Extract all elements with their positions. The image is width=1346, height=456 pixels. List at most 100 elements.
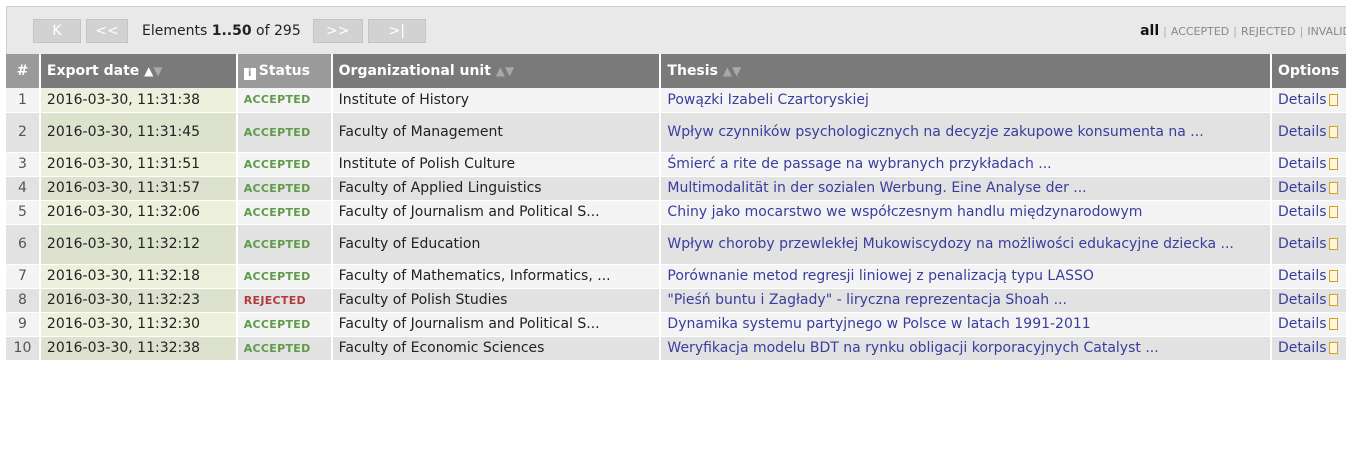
row-number: 7: [6, 264, 41, 289]
options-cell: Details: [1270, 200, 1346, 225]
first-page-button[interactable]: K: [33, 18, 81, 43]
sort-desc-icon[interactable]: ▼: [505, 64, 514, 78]
document-icon[interactable]: [1328, 318, 1338, 330]
document-icon[interactable]: [1328, 126, 1338, 138]
thesis-link[interactable]: Śmierć a rite de passage na wybranych pr…: [660, 152, 1272, 177]
document-icon[interactable]: [1328, 238, 1338, 250]
last-page-button[interactable]: >|: [367, 18, 426, 43]
export-date-cell: 2016-03-30, 11:32:23: [39, 288, 238, 313]
filter-separator: |: [1163, 24, 1167, 38]
status-badge: ACCEPTED: [236, 224, 333, 265]
status-badge: ACCEPTED: [236, 112, 333, 153]
options-cell: Details: [1270, 112, 1346, 153]
sort-arrows[interactable]: ▲▼: [144, 64, 162, 78]
document-icon[interactable]: [1328, 158, 1338, 170]
sort-desc-icon[interactable]: ▼: [153, 64, 162, 78]
details-link[interactable]: Details: [1278, 236, 1327, 252]
options-cell: Details: [1270, 224, 1346, 265]
column-header-thesis[interactable]: Thesis ▲▼: [660, 54, 1272, 88]
column-header-status: i Status: [236, 54, 333, 88]
column-header-options: Options: [1270, 54, 1346, 88]
status-badge: ACCEPTED: [236, 200, 333, 225]
options-cell: Details: [1270, 88, 1346, 113]
details-link[interactable]: Details: [1278, 124, 1327, 140]
table-row: 4 2016-03-30, 11:31:57 ACCEPTED Faculty …: [6, 176, 1346, 201]
filter-all[interactable]: all: [1140, 23, 1159, 39]
options-cell: Details: [1270, 152, 1346, 177]
thesis-link[interactable]: "Pieśń buntu i Zagłady" - liryczna repre…: [660, 288, 1272, 313]
column-header-number: #: [6, 54, 41, 88]
elements-prefix: Elements: [142, 22, 208, 39]
details-link[interactable]: Details: [1278, 92, 1327, 108]
details-link[interactable]: Details: [1278, 316, 1327, 332]
details-link[interactable]: Details: [1278, 268, 1327, 284]
info-icon[interactable]: i: [243, 67, 256, 80]
export-date-cell: 2016-03-30, 11:31:57: [39, 176, 238, 201]
elements-total: 295: [274, 22, 301, 39]
document-icon[interactable]: [1328, 270, 1338, 282]
column-header-organizational-unit[interactable]: Organizational unit ▲▼: [331, 54, 662, 88]
sort-arrows[interactable]: ▲▼: [496, 64, 514, 78]
thesis-link[interactable]: Wpływ czynników psychologicznych na decy…: [660, 112, 1272, 153]
filter-invalid[interactable]: INVALID: [1307, 25, 1346, 38]
org-unit-cell: Faculty of Journalism and Political S...: [331, 312, 662, 337]
sort-desc-icon[interactable]: ▼: [732, 64, 741, 78]
row-number: 10: [6, 336, 41, 361]
document-icon[interactable]: [1328, 93, 1338, 106]
elements-count: Elements 1..50 of 295: [142, 23, 301, 39]
thesis-link[interactable]: Porównanie metod regresji liniowej z pen…: [660, 264, 1272, 289]
status-filter: all | ACCEPTED | REJECTED | INVALID: [1140, 7, 1346, 55]
status-badge: ACCEPTED: [236, 336, 333, 361]
export-date-cell: 2016-03-30, 11:31:45: [39, 112, 238, 153]
next-page-button[interactable]: >>: [312, 18, 363, 43]
column-header-export-date[interactable]: Export date ▲▼: [39, 54, 238, 88]
details-link[interactable]: Details: [1278, 180, 1327, 196]
options-cell: Details: [1270, 288, 1346, 313]
document-icon[interactable]: [1328, 206, 1338, 218]
table-row: 1 2016-03-30, 11:31:38 ACCEPTED Institut…: [6, 88, 1346, 113]
export-date-label: Export date: [46, 63, 140, 79]
details-link[interactable]: Details: [1278, 156, 1327, 172]
org-unit-cell: Institute of Polish Culture: [331, 152, 662, 177]
thesis-link[interactable]: Chiny jako mocarstwo we współczesnym han…: [660, 200, 1272, 225]
thesis-label: Thesis: [667, 63, 718, 79]
row-number: 8: [6, 288, 41, 313]
org-unit-label: Organizational unit: [338, 63, 491, 79]
status-badge: ACCEPTED: [236, 152, 333, 177]
thesis-link[interactable]: Weryfikacja modelu BDT na rynku obligacj…: [660, 336, 1272, 361]
filter-rejected[interactable]: REJECTED: [1241, 25, 1296, 38]
sort-asc-icon[interactable]: ▲: [144, 64, 153, 78]
sort-arrows[interactable]: ▲▼: [723, 64, 741, 78]
filter-separator: |: [1299, 24, 1304, 38]
previous-page-button[interactable]: <<: [86, 18, 128, 43]
options-cell: Details: [1270, 336, 1346, 361]
row-number: 6: [6, 224, 41, 265]
sort-asc-icon[interactable]: ▲: [496, 64, 505, 78]
theses-table: # Export date ▲▼ i Status Organizational …: [6, 54, 1346, 361]
details-link[interactable]: Details: [1278, 292, 1327, 308]
filter-accepted[interactable]: ACCEPTED: [1171, 25, 1229, 38]
details-link[interactable]: Details: [1278, 340, 1327, 356]
org-unit-cell: Institute of History: [331, 88, 662, 113]
thesis-link[interactable]: Multimodalität in der sozialen Werbung. …: [660, 176, 1272, 201]
org-unit-cell: Faculty of Applied Linguistics: [331, 176, 662, 201]
export-date-cell: 2016-03-30, 11:32:18: [39, 264, 238, 289]
thesis-link[interactable]: Dynamika systemu partyjnego w Polsce w l…: [660, 312, 1272, 337]
document-icon[interactable]: [1328, 182, 1338, 194]
export-date-cell: 2016-03-30, 11:32:30: [39, 312, 238, 337]
table-row: 7 2016-03-30, 11:32:18 ACCEPTED Faculty …: [6, 264, 1346, 289]
status-badge: ACCEPTED: [236, 88, 333, 113]
table-row: 8 2016-03-30, 11:32:23 REJECTED Faculty …: [6, 288, 1346, 313]
results-panel: K << Elements 1..50 of 295 >> >| all | A…: [6, 6, 1346, 361]
table-row: 2 2016-03-30, 11:31:45 ACCEPTED Faculty …: [6, 112, 1346, 153]
row-number: 3: [6, 152, 41, 177]
thesis-link[interactable]: Powązki Izabeli Czartoryskiej: [660, 88, 1272, 113]
document-icon[interactable]: [1328, 294, 1338, 306]
document-icon[interactable]: [1328, 342, 1338, 354]
thesis-link[interactable]: Wpływ choroby przewlekłej Mukowiscydozy …: [660, 224, 1272, 265]
row-number: 2: [6, 112, 41, 153]
details-link[interactable]: Details: [1278, 204, 1327, 220]
sort-asc-icon[interactable]: ▲: [723, 64, 732, 78]
export-date-cell: 2016-03-30, 11:32:06: [39, 200, 238, 225]
status-badge: REJECTED: [236, 288, 333, 313]
